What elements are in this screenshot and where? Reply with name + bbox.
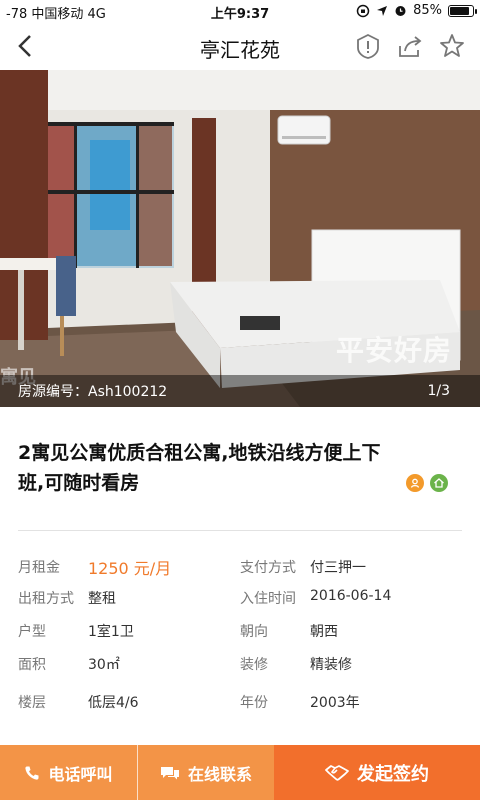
rent-type-value: 整租 [88,591,116,607]
layout-label: 户型 [18,624,46,640]
area-value: 30㎡ [88,657,120,673]
move-in-label: 入住时间 [240,591,296,607]
call-button-label: 电话呼叫 [48,764,113,784]
listing-photo[interactable]: 寓见 平安好房 房源编号：Ash100212 1/3 [0,70,480,407]
location-icon [377,5,388,16]
floor-value: 低层4/6 [88,695,139,711]
title-divider [18,530,462,531]
info-row-5: 楼层 低层4/6 年份 2003年 [0,692,480,716]
listing-code: 房源编号：Ash100212 [18,384,168,400]
photo-caption-bar: 房源编号：Ash100212 1/3 [0,375,480,407]
battery-icon [448,4,477,17]
year-value: 2003年 [310,695,360,711]
status-bar: -78 中国移动 4G 上午9:37 85% [0,0,480,24]
listing-badges [406,474,448,492]
call-button[interactable]: 电话呼叫 [0,745,137,800]
chat-button[interactable]: 在线联系 [137,745,274,800]
share-icon[interactable] [396,32,424,60]
info-row-2: 出租方式 整租 入住时间 2016-06-14 [0,588,480,612]
chat-bubble-icon [160,766,179,779]
battery-level [450,6,469,15]
report-icon[interactable] [354,32,382,60]
rent-label: 月租金 [18,560,60,576]
verified-agent-icon [406,474,424,492]
nav-bar: 亭汇花苑 [0,24,480,70]
year-label: 年份 [240,695,268,711]
area-label: 面积 [18,657,46,673]
battery-percent: 85% [413,3,442,18]
decoration-value: 精装修 [310,657,352,673]
payment-label: 支付方式 [240,560,296,576]
handshake-icon [325,764,349,781]
rent-value: 1250 元/月 [88,559,172,578]
info-row-3: 户型 1室1卫 朝向 朝西 [0,621,480,645]
bottom-action-bar: 电话呼叫 在线联系 发起签约 [0,745,480,800]
layout-value: 1室1卫 [88,624,134,640]
rent-type-label: 出租方式 [18,591,74,607]
alarm-icon [395,6,406,16]
move-in-value: 2016-06-14 [310,588,392,604]
payment-value: 付三押一 [310,560,366,576]
status-right: 85% [356,3,477,18]
watermark-brand: 平安好房 [335,334,452,367]
info-row-4: 面积 30㎡ 装修 精装修 [0,654,480,678]
info-row-1: 月租金 1250 元/月 支付方式 付三押一 [0,555,480,579]
phone-icon [25,766,39,780]
floor-label: 楼层 [18,695,46,711]
decoration-label: 装修 [240,657,268,673]
home-badge-icon [430,474,448,492]
favorite-star-icon[interactable] [438,32,466,60]
photo-page-indicator: 1/3 [427,383,450,399]
orientation-value: 朝西 [310,624,338,640]
rotation-lock-icon [356,4,370,17]
orientation-label: 朝向 [240,624,268,640]
chat-button-label: 在线联系 [187,764,252,784]
sign-contract-label: 发起签约 [357,763,429,785]
listing-title: 2寓见公寓优质合租公寓,地铁沿线方便上下班,可随时看房 [18,442,381,494]
sign-contract-button[interactable]: 发起签约 [274,745,480,800]
nav-actions [354,32,466,60]
